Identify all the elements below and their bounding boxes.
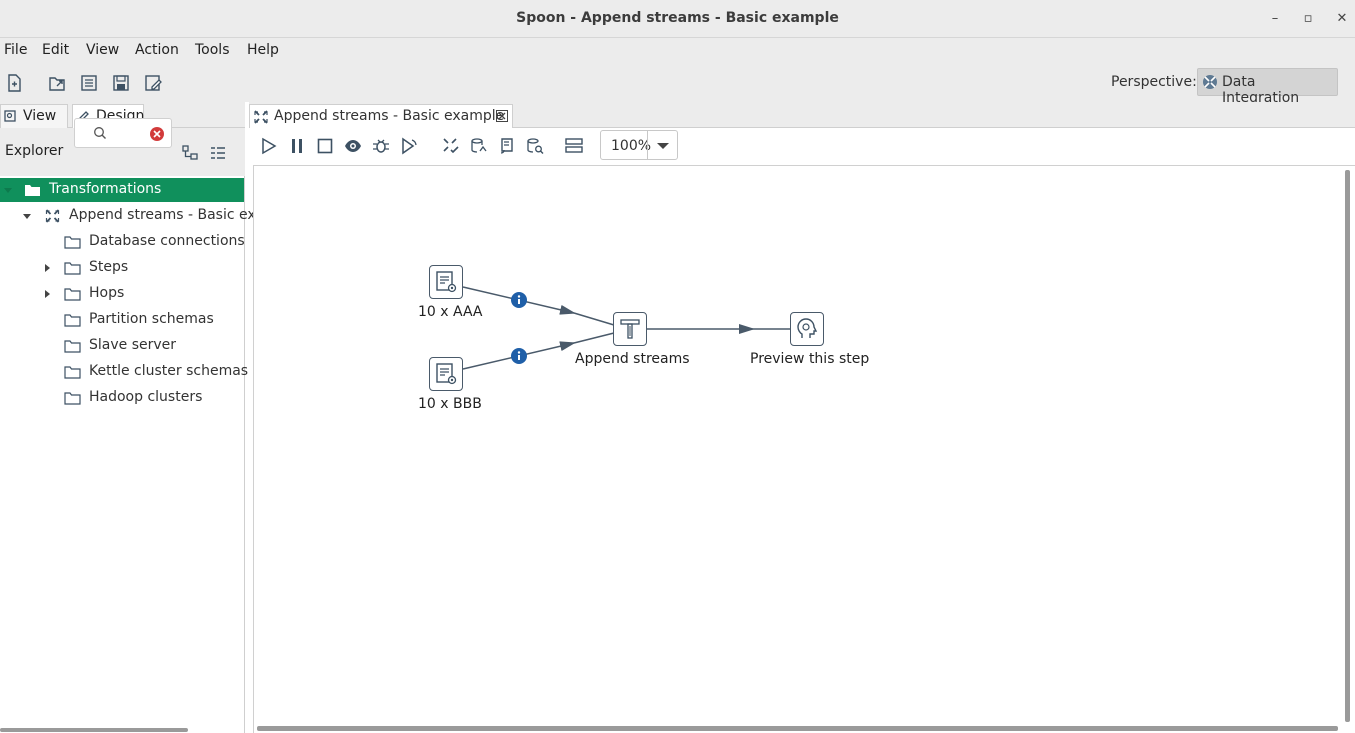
verify-icon[interactable] <box>442 137 460 155</box>
tree-item-hadoop-clusters[interactable]: Hadoop clusters <box>0 386 244 410</box>
step-label: 10 x AAA <box>418 304 483 320</box>
tree-item-kettle-cluster-schemas[interactable]: Kettle cluster schemas <box>0 360 248 384</box>
tree-item-label: Append streams - Basic ex <box>69 207 256 223</box>
perspective-label: Perspective: <box>1111 74 1197 90</box>
left-panel-scrollbar[interactable] <box>0 728 188 732</box>
stop-icon[interactable] <box>316 137 334 155</box>
tree-item-label: Partition schemas <box>89 311 214 327</box>
tab-view[interactable]: View <box>0 104 68 128</box>
folder-icon <box>25 185 40 196</box>
tree-item-label: Database connections <box>89 233 245 249</box>
chevron-down-icon[interactable] <box>3 185 13 195</box>
zoom-select[interactable]: 100% <box>600 130 678 160</box>
append-icon <box>620 319 640 339</box>
step-label: 10 x BBB <box>418 396 482 412</box>
tree-item-label: Transformations <box>49 181 162 197</box>
tab-view-label: View <box>23 108 57 124</box>
save-icon[interactable] <box>111 73 131 93</box>
tree-item-transformation[interactable]: Append streams - Basic ex <box>0 204 256 228</box>
generate-rows-icon <box>436 363 457 385</box>
transformation-canvas[interactable] <box>253 165 1355 733</box>
tab-label: Append streams - Basic example <box>274 108 505 124</box>
tree-item-label: Slave server <box>89 337 177 353</box>
folder-icon <box>64 340 81 353</box>
step-label: Preview this step <box>750 351 870 367</box>
tree-item-label: Hops <box>89 285 125 301</box>
tree-item-slave-server[interactable]: Slave server <box>0 334 244 358</box>
menu-edit[interactable]: Edit <box>42 42 69 58</box>
main-toolbar: Perspective: Data Integration <box>0 64 1355 106</box>
canvas-toolbar: 100% <box>249 128 1355 164</box>
tree-item-label: Kettle cluster schemas <box>89 363 249 379</box>
generate-rows-icon <box>436 271 457 293</box>
data-integration-icon <box>1203 75 1217 89</box>
pause-icon[interactable] <box>288 137 306 155</box>
debug-icon[interactable] <box>372 137 390 155</box>
folder-icon <box>64 366 81 379</box>
zoom-separator <box>647 131 648 159</box>
dummy-step-icon <box>797 318 818 338</box>
collapse-all-icon[interactable] <box>209 144 227 162</box>
impact-icon[interactable] <box>470 137 488 155</box>
explorer-search-input[interactable] <box>74 118 172 148</box>
explore-db-icon[interactable] <box>526 137 544 155</box>
search-icon <box>94 127 106 139</box>
menu-bar: File Edit View Action Tools Help <box>0 38 1355 64</box>
canvas-horizontal-scrollbar[interactable] <box>257 726 1338 731</box>
editor-tabs: Append streams - Basic example <box>249 102 1355 128</box>
chevron-right-icon[interactable] <box>42 263 52 273</box>
step-label: Append streams <box>575 351 690 367</box>
menu-help[interactable]: Help <box>247 42 279 58</box>
left-panel: View Design Explorer Transformations App… <box>0 102 256 733</box>
save-as-icon[interactable] <box>143 73 163 93</box>
expand-all-icon[interactable] <box>181 144 199 162</box>
tree-item-partition-schemas[interactable]: Partition schemas <box>0 308 244 332</box>
window-titlebar: Spoon - Append streams - Basic example –… <box>0 0 1355 38</box>
zoom-value: 100% <box>611 138 652 154</box>
tree-item-label: Steps <box>89 259 129 275</box>
tree-item-label: Hadoop clusters <box>89 389 203 405</box>
tree-item-transformations[interactable]: Transformations <box>0 178 244 202</box>
tree-item-steps[interactable]: Steps <box>0 256 244 280</box>
transformation-icon <box>45 209 60 223</box>
folder-icon <box>64 262 81 275</box>
menu-file[interactable]: File <box>4 42 27 58</box>
canvas-vertical-scrollbar[interactable] <box>1345 170 1350 722</box>
perspective-button[interactable]: Data Integration <box>1197 68 1338 106</box>
step-append-streams[interactable] <box>613 312 647 346</box>
clear-search-icon[interactable] <box>149 126 165 142</box>
new-file-icon[interactable] <box>4 73 24 93</box>
folder-icon <box>64 288 81 301</box>
view-tab-icon <box>4 110 16 122</box>
tree-item-hops[interactable]: Hops <box>0 282 244 306</box>
step-10x-bbb[interactable] <box>429 357 463 391</box>
minimize-button[interactable]: – <box>1264 8 1286 30</box>
folder-icon <box>64 236 81 249</box>
run-icon[interactable] <box>260 137 278 155</box>
replay-icon[interactable] <box>400 137 418 155</box>
step-10x-aaa[interactable] <box>429 265 463 299</box>
close-tab-icon[interactable] <box>496 110 508 122</box>
step-preview-this-step[interactable] <box>790 312 824 346</box>
menu-tools[interactable]: Tools <box>195 42 230 58</box>
open-file-icon[interactable] <box>47 73 67 93</box>
preview-icon[interactable] <box>344 137 362 155</box>
tab-transformation[interactable]: Append streams - Basic example <box>249 104 513 128</box>
close-button[interactable]: ✕ <box>1331 8 1353 30</box>
tree-item-database-connections[interactable]: Database connections <box>0 230 245 254</box>
folder-icon <box>64 314 81 327</box>
chevron-right-icon[interactable] <box>42 289 52 299</box>
sql-icon[interactable] <box>498 137 516 155</box>
menu-action[interactable]: Action <box>135 42 179 58</box>
restore-button[interactable]: ▫ <box>1297 8 1319 30</box>
explore-repository-icon[interactable] <box>79 73 99 93</box>
explorer-label: Explorer <box>5 143 64 159</box>
show-results-icon[interactable] <box>564 137 584 155</box>
chevron-down-icon[interactable] <box>657 143 669 149</box>
menu-view[interactable]: View <box>86 42 119 58</box>
window-title: Spoon - Append streams - Basic example <box>516 10 839 26</box>
folder-icon <box>64 392 81 405</box>
chevron-down-icon[interactable] <box>22 211 32 221</box>
transformation-icon <box>254 110 268 124</box>
